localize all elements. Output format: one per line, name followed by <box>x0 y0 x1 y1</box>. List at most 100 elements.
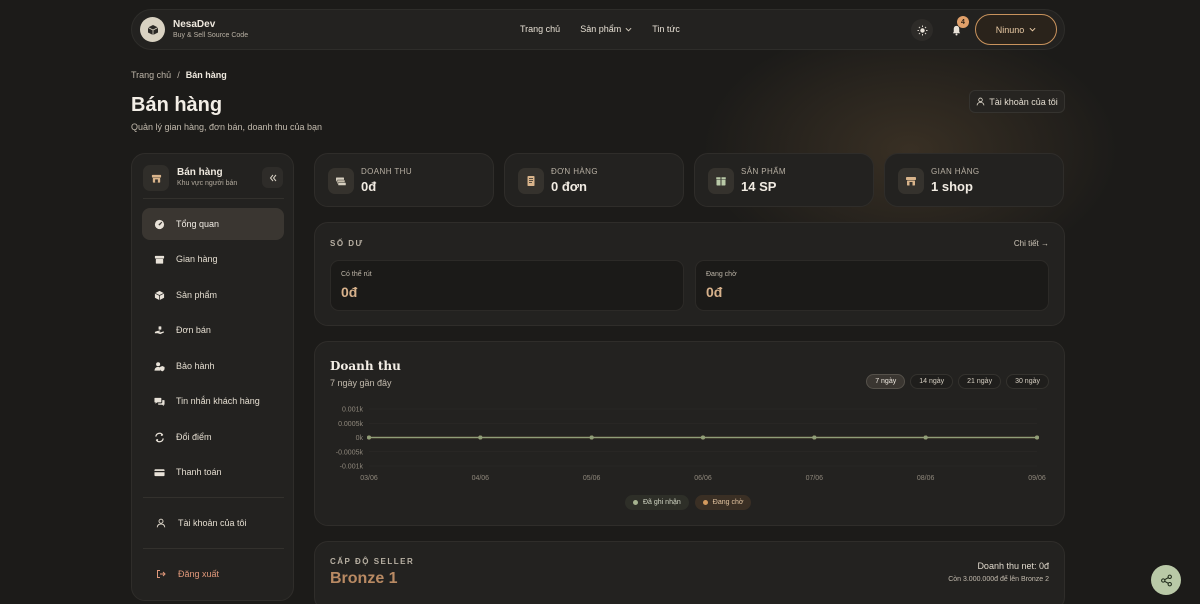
hand-icon <box>153 324 165 336</box>
available-label: Có thể rút <box>341 271 372 278</box>
legend-dot <box>702 500 708 505</box>
user-menu-button[interactable]: Ninuno <box>975 14 1057 45</box>
stat-card-shops: GIAN HÀNG 1 shop <box>884 153 1064 207</box>
share-button[interactable] <box>1151 565 1181 595</box>
brand-name[interactable]: NesaDev <box>173 19 215 30</box>
sidebar-item-payment[interactable]: Thanh toán <box>142 456 284 488</box>
store-icon <box>143 165 169 191</box>
seller-level-title: CẤP ĐỘ SELLER <box>330 557 415 566</box>
user-icon <box>155 517 167 529</box>
nav-news[interactable]: Tin tức <box>652 24 680 34</box>
revenue-title: Doanh thu <box>330 359 401 373</box>
data-point <box>1035 435 1039 440</box>
stat-card-products: SẢN PHẨM 14 SP <box>694 153 874 207</box>
stat-card-revenue: DOANH THU 0đ <box>314 153 494 207</box>
legend-item-received[interactable]: Đã ghi nhận <box>625 495 689 510</box>
sidebar-item-my-account[interactable]: Tài khoản của tôi <box>142 507 284 539</box>
legend-dot <box>633 500 638 505</box>
theme-toggle-button[interactable] <box>911 19 933 41</box>
data-point <box>812 435 817 440</box>
stat-label: ĐƠN HÀNG <box>551 167 598 176</box>
shop-icon <box>898 168 924 194</box>
breadcrumb-home[interactable]: Trang chủ <box>131 70 171 80</box>
y-tick-label: -0.001k <box>340 464 364 471</box>
sidebar-item-label: Tổng quan <box>176 219 220 229</box>
legend-label: Đã ghi nhận <box>643 499 681 506</box>
stat-label: SẢN PHẨM <box>741 167 786 176</box>
range-30-days[interactable]: 30 ngày <box>1006 374 1049 389</box>
x-tick-label: 07/06 <box>806 475 824 482</box>
data-point <box>923 435 928 440</box>
sidebar-item-label: Đơn bán <box>176 325 211 335</box>
brand-logo-icon[interactable] <box>140 17 165 42</box>
sidebar-item-store[interactable]: Gian hàng <box>142 243 284 275</box>
stat-value: 1 shop <box>931 179 973 194</box>
sidebar-item-label: Tài khoản của tôi <box>178 518 247 528</box>
user-icon <box>976 97 985 106</box>
range-7-days[interactable]: 7 ngày <box>866 374 906 389</box>
sun-icon <box>916 24 928 36</box>
stat-label: DOANH THU <box>361 167 413 176</box>
stat-value: 14 SP <box>741 179 777 194</box>
legend-item-pending[interactable]: Đang chờ <box>694 495 752 510</box>
my-account-button[interactable]: Tài khoản của tôi <box>969 90 1065 113</box>
nav-products[interactable]: Sản phẩm <box>580 24 632 34</box>
chevron-down-icon <box>625 27 632 32</box>
sidebar-item-products[interactable]: Sản phẩm <box>142 279 284 311</box>
sidebar-item-orders[interactable]: Đơn bán <box>142 314 284 346</box>
revenue-line-chart: 0.001k 0.0005k 0k -0.0005k -0.001k 03/06 04/06… <box>336 407 1046 483</box>
range-selector: 7 ngày 14 ngày 21 ngày 30 ngày <box>866 374 1049 389</box>
sidebar-item-label: Tin nhắn khách hàng <box>176 396 260 406</box>
pending-label: Đang chờ <box>706 271 737 278</box>
x-tick-label: 04/06 <box>472 475 490 482</box>
sidebar-item-overview[interactable]: Tổng quan <box>142 208 284 240</box>
stat-value: 0đ <box>361 179 377 194</box>
y-tick-label: 0.001k <box>342 407 364 414</box>
balance-detail-link[interactable]: Chi tiết → <box>1014 239 1049 248</box>
sidebar-collapse-button[interactable] <box>262 167 283 188</box>
sidebar-item-logout[interactable]: Đăng xuất <box>142 558 284 590</box>
share-icon <box>1160 574 1172 586</box>
sidebar-item-points-exchange[interactable]: Đổi điểm <box>142 421 284 453</box>
stat-card-orders: ĐƠN HÀNG 0 đơn <box>504 153 684 207</box>
y-tick-label: 0k <box>356 435 364 442</box>
sidebar-item-warranty[interactable]: Bảo hành <box>142 350 284 382</box>
sidebar-item-label: Sản phẩm <box>176 290 218 300</box>
available-value: 0đ <box>341 284 358 300</box>
data-point <box>478 435 483 440</box>
sidebar-item-messages[interactable]: Tin nhắn khách hàng <box>142 385 284 417</box>
data-point <box>701 435 705 440</box>
seller-sidebar: Bán hàng Khu vực người bán Tổng quan Gia… <box>131 153 294 601</box>
seller-level-card: CẤP ĐỘ SELLER Bronze 1 Doanh thu net: 0đ… <box>314 541 1065 604</box>
range-14-days[interactable]: 14 ngày <box>910 374 954 389</box>
notification-badge: 4 <box>957 16 969 28</box>
main-nav: Trang chủ Sản phẩm Tin tức <box>520 24 680 34</box>
box-icon <box>153 289 165 301</box>
top-header: NesaDev Buy & Sell Source Code Trang chủ… <box>131 9 1065 50</box>
seller-level-value: Bronze 1 <box>330 570 398 587</box>
pending-value: 0đ <box>706 284 723 300</box>
sidebar-title: Bán hàng <box>177 167 223 178</box>
net-revenue: Doanh thu net: 0đ <box>977 561 1049 571</box>
stat-value: 0 đơn <box>551 179 587 194</box>
sidebar-item-label: Thanh toán <box>176 467 222 477</box>
range-21-days[interactable]: 21 ngày <box>958 374 1002 389</box>
chart-legend: Đã ghi nhận Đang chờ <box>625 495 752 510</box>
sidebar-item-label: Đăng xuất <box>178 569 220 579</box>
store-icon <box>153 253 165 265</box>
nav-home[interactable]: Trang chủ <box>520 24 560 34</box>
stat-label: GIAN HÀNG <box>931 167 980 176</box>
x-tick-label: 08/06 <box>917 475 935 482</box>
revenue-subtitle: 7 ngày gần đây <box>330 378 392 388</box>
sidebar-divider <box>143 497 284 498</box>
legend-label: Đang chờ <box>712 499 744 506</box>
x-tick-label: 03/06 <box>360 475 378 482</box>
dashboard-icon <box>153 218 165 230</box>
logout-icon <box>155 568 167 580</box>
breadcrumb-separator: / <box>177 70 180 80</box>
next-level-hint: Còn 3.000.000đ để lên Bronze 2 <box>948 576 1049 583</box>
x-tick-label: 06/06 <box>694 475 712 482</box>
y-tick-label: 0.0005k <box>338 421 363 428</box>
double-chevron-left-icon <box>269 174 276 181</box>
balance-card: SỐ DƯ Chi tiết → Có thể rút 0đ Đang chờ … <box>314 222 1065 326</box>
